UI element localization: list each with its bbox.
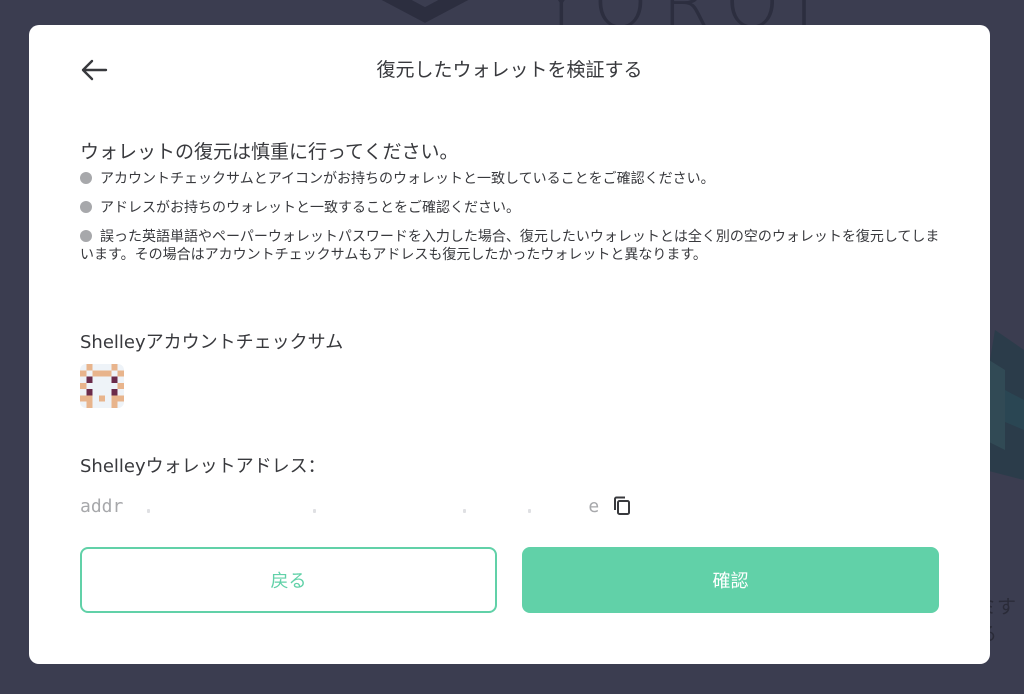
instruction-item: 誤った英語単語やペーパーウォレットパスワードを入力した場合、復元したいウォレット… <box>80 228 942 264</box>
dialog-title: 復元したウォレットを検証する <box>376 59 643 81</box>
address-suffix: e <box>588 495 600 517</box>
instruction-list: アカウントチェックサムとアイコンがお持ちのウォレットと一致していることをご確認く… <box>80 170 942 275</box>
back-action-button[interactable]: 戻る <box>80 547 497 613</box>
intro-heading: ウォレットの復元は慎重に行ってください。 <box>80 141 459 163</box>
bullet-icon <box>80 230 92 242</box>
address-prefix: addr <box>80 495 124 517</box>
checksum-label: Shelleyアカウントチェックサム <box>80 332 344 353</box>
instruction-text: 誤った英語単語やペーパーウォレットパスワードを入力した場合、復元したいウォレット… <box>80 229 940 263</box>
bullet-icon <box>80 201 92 213</box>
instruction-item: アカウントチェックサムとアイコンがお持ちのウォレットと一致していることをご確認く… <box>80 170 942 188</box>
copy-icon[interactable] <box>611 495 633 517</box>
address-label: Shelleyウォレットアドレス： <box>80 456 326 477</box>
wallet-address: addr e <box>80 495 633 517</box>
instruction-text: アカウントチェックサムとアイコンがお持ちのウォレットと一致していることをご確認く… <box>100 171 715 187</box>
address-redacted <box>123 495 588 517</box>
wallet-identicon <box>80 364 124 408</box>
confirm-button[interactable]: 確認 <box>522 547 939 613</box>
verify-restored-wallet-dialog: 復元したウォレットを検証する ウォレットの復元は慎重に行ってください。 アカウン… <box>29 25 990 664</box>
instruction-text: アドレスがお持ちのウォレットと一致することをご確認ください。 <box>100 200 520 216</box>
instruction-item: アドレスがお持ちのウォレットと一致することをご確認ください。 <box>80 199 942 217</box>
bullet-icon <box>80 172 92 184</box>
